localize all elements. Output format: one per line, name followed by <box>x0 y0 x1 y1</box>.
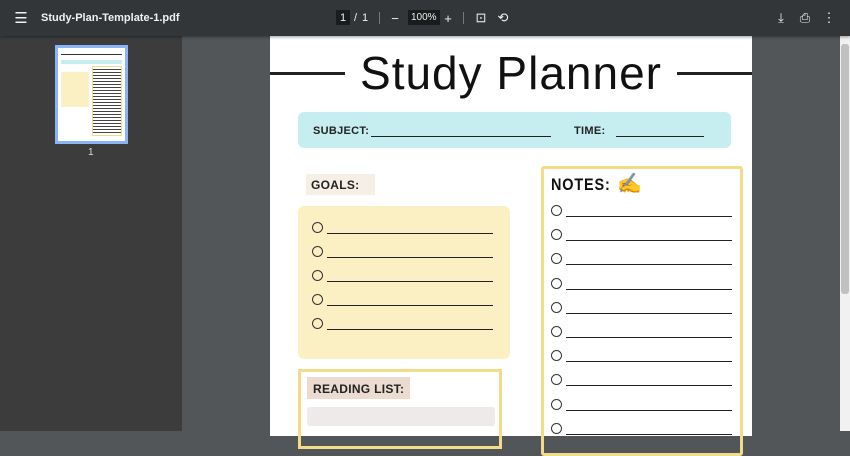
checkbox-circle <box>312 318 323 329</box>
page-thumbnail[interactable] <box>55 45 128 144</box>
page-separator: / <box>354 12 358 24</box>
goals-box <box>298 206 510 359</box>
notes-label: NOTES: <box>551 175 611 194</box>
writing-line <box>327 281 493 282</box>
writing-line <box>566 264 732 266</box>
writing-line <box>566 385 732 387</box>
time-label: TIME: <box>574 125 606 137</box>
checkbox-circle <box>551 422 562 434</box>
reading-list-box: READING LIST: <box>298 369 502 449</box>
notes-box: NOTES: ✍ <box>541 166 743 456</box>
writing-line <box>566 240 732 242</box>
checkbox-circle <box>312 294 323 305</box>
writing-line <box>327 257 493 258</box>
reading-list-entry <box>307 407 495 426</box>
checkbox-circle <box>551 277 562 289</box>
reading-list-label: READING LIST: <box>307 377 411 399</box>
checkbox-circle <box>312 270 323 281</box>
pdf-page: Study Planner SUBJECT: TIME: GOALS: NOTE… <box>270 36 752 456</box>
goals-label: GOALS: <box>306 174 375 195</box>
writing-line <box>566 361 732 363</box>
file-name: Study-Plan-Template-1.pdf <box>41 12 180 24</box>
menu-icon[interactable]: ☰ <box>12 0 30 36</box>
checkbox-circle <box>551 253 562 265</box>
title-rule-right <box>677 72 752 75</box>
page-total: 1 <box>362 12 369 24</box>
checkbox-circle <box>312 222 323 233</box>
title-rule-left <box>270 72 345 75</box>
checkbox-circle <box>551 301 562 313</box>
writing-line <box>327 329 493 330</box>
checkbox-circle <box>551 374 562 386</box>
scrollbar[interactable] <box>840 36 850 431</box>
subject-line <box>371 136 551 137</box>
time-line <box>616 136 704 137</box>
checkbox-circle <box>551 350 562 362</box>
more-options-icon[interactable]: ⋮ <box>821 0 837 36</box>
writing-line <box>566 337 732 338</box>
zoom-out-button[interactable]: − <box>388 0 402 36</box>
zoom-input[interactable]: 100% <box>408 10 440 25</box>
subject-box: SUBJECT: TIME: <box>298 112 731 148</box>
print-icon[interactable]: ⎙ <box>797 0 813 36</box>
checkbox-circle <box>551 205 562 216</box>
writing-line <box>566 409 732 411</box>
rotate-icon[interactable]: ⟲ <box>495 0 511 36</box>
page-number-input[interactable]: 1 <box>336 10 350 25</box>
zoom-in-button[interactable]: + <box>441 0 455 36</box>
writing-line <box>566 312 732 314</box>
checkbox-circle <box>551 398 562 410</box>
subject-label: SUBJECT: <box>313 125 370 137</box>
checkbox-circle <box>551 229 562 241</box>
writing-line <box>566 433 732 435</box>
writing-line <box>566 216 732 217</box>
toolbar: ☰ Study-Plan-Template-1.pdf 1 / 1 − 100%… <box>0 0 850 36</box>
divider <box>379 12 380 24</box>
download-icon[interactable]: ⤓ <box>773 0 789 36</box>
writing-hand-icon: ✍ <box>617 173 642 195</box>
writing-line <box>566 288 732 290</box>
writing-line <box>327 305 493 306</box>
checkbox-circle <box>551 326 562 337</box>
checkbox-circle <box>312 246 323 257</box>
page-title: Study Planner <box>360 47 662 99</box>
fit-page-icon[interactable]: ⊡ <box>473 0 489 36</box>
writing-line <box>327 233 493 234</box>
thumbnail-label: 1 <box>88 147 94 158</box>
divider <box>463 12 464 24</box>
